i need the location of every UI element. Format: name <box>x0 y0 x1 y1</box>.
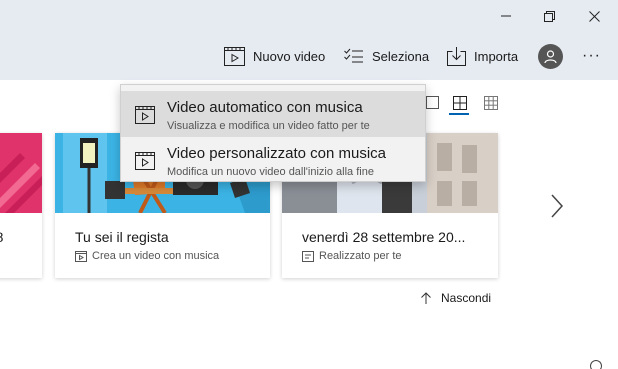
video-project-icon <box>135 152 155 170</box>
new-video-menu: Video automatico con musica Visualizza e… <box>120 84 426 182</box>
loading-icon <box>590 360 602 369</box>
chevron-right-icon[interactable] <box>548 193 566 219</box>
card-subtitle: Crea un video con musica <box>75 250 219 262</box>
minimize-button[interactable] <box>484 4 528 28</box>
card-thumbnail <box>0 133 42 213</box>
title-bar: Nuovo video Seleziona Importa ··· <box>0 0 618 80</box>
auto-video-icon <box>302 250 314 262</box>
select-label: Seleziona <box>372 48 430 64</box>
user-icon <box>544 50 557 63</box>
card-subtitle-text: Crea un video con musica <box>92 250 220 262</box>
import-label: Importa <box>474 48 519 64</box>
card-subtitle: Realizzato per te <box>302 250 402 262</box>
hide-button[interactable]: Nascondi <box>421 291 491 305</box>
new-video-label: Nuovo video <box>253 48 326 64</box>
menu-item-title: Video automatico con musica <box>167 99 363 116</box>
close-icon <box>588 10 600 22</box>
card-title: venerdì 28 settembre 20... <box>302 229 466 245</box>
large-grid-view-icon[interactable] <box>452 95 468 111</box>
menu-item-description: Modifica un nuovo video dall'inizio alla… <box>167 166 374 178</box>
card-subtitle-text: Realizzato per te <box>319 250 402 262</box>
card-title: Tu sei il regista <box>75 229 169 245</box>
selected-view-indicator <box>449 113 469 115</box>
restore-button[interactable] <box>527 4 571 28</box>
select-button[interactable]: Seleziona <box>344 42 429 70</box>
menu-item-custom-video[interactable]: Video personalizzato con musica Modifica… <box>121 137 425 183</box>
list-view-icon[interactable] <box>425 95 441 111</box>
video-project-icon <box>135 106 155 124</box>
close-button[interactable] <box>572 4 616 28</box>
more-options-button[interactable]: ··· <box>582 47 601 65</box>
new-video-button[interactable]: Nuovo video <box>224 42 325 70</box>
menu-item-description: Visualizza e modifica un video fatto per… <box>167 120 370 132</box>
video-card[interactable]: 018 <box>0 133 42 278</box>
card-title: 018 <box>0 229 3 245</box>
select-list-icon <box>344 48 363 63</box>
menu-item-title: Video personalizzato con musica <box>167 145 387 162</box>
arrow-up-icon <box>421 292 431 304</box>
import-icon <box>447 46 466 66</box>
small-grid-view-icon[interactable] <box>483 95 499 111</box>
video-project-icon <box>224 46 245 66</box>
minimize-icon <box>501 15 511 17</box>
restore-icon <box>543 10 555 22</box>
menu-item-automatic-video[interactable]: Video automatico con musica Visualizza e… <box>121 91 425 137</box>
hide-label: Nascondi <box>441 291 492 305</box>
video-project-icon <box>75 250 87 262</box>
account-avatar[interactable] <box>538 44 563 69</box>
import-button[interactable]: Importa <box>447 42 518 70</box>
